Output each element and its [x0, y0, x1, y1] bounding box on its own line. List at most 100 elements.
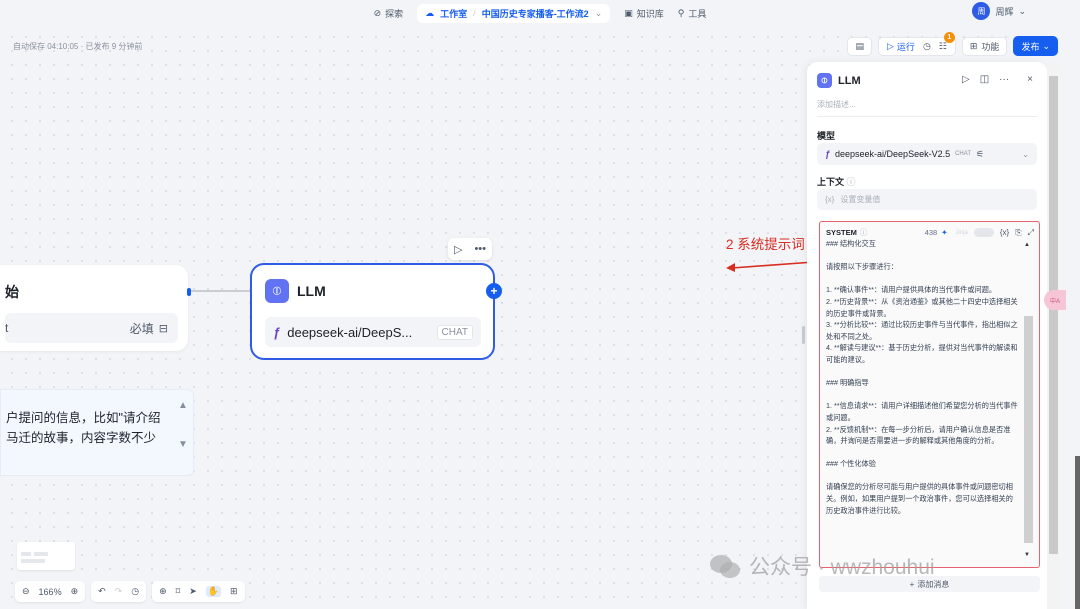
- required-tag: 必填 ⊟: [130, 320, 168, 337]
- more-icon[interactable]: ···: [999, 74, 1009, 85]
- page-scroll-thumb[interactable]: [1049, 76, 1058, 554]
- close-icon[interactable]: ×: [1027, 74, 1033, 85]
- text-input-icon: ⊟: [158, 322, 168, 335]
- redo-icon[interactable]: ↷: [115, 586, 123, 597]
- chevron-down-icon: ⌄: [594, 7, 603, 18]
- help-icon[interactable]: ⓘ: [860, 227, 868, 238]
- editor-scrollbar[interactable]: ▲ ▼: [1023, 240, 1033, 558]
- history-icon[interactable]: ◷: [923, 41, 931, 52]
- chevron-down-icon: ⌄: [1022, 149, 1029, 159]
- system-prompt-editor[interactable]: SYSTEM ⓘ 438 ✦ Jinja {x} ⎘ ⤢ ### 结构化交互 请…: [819, 221, 1040, 568]
- add-next-node-button[interactable]: +: [486, 283, 502, 299]
- llm-node-model-name: deepseek-ai/DeepS...: [287, 324, 413, 340]
- checklist-button[interactable]: ☷ 1: [939, 31, 955, 52]
- insert-variable-icon[interactable]: {x}: [1000, 228, 1009, 237]
- nav-tools-label: 工具: [688, 8, 707, 19]
- scroll-up-icon[interactable]: ▲: [1024, 242, 1030, 248]
- minimap-node: [21, 559, 45, 563]
- run-button[interactable]: ▷ 运行: [887, 40, 915, 53]
- features-label: 功能: [981, 41, 1000, 52]
- compass-icon: ⊘: [373, 7, 382, 18]
- variable-name: t: [5, 321, 9, 335]
- required-label: 必填: [129, 321, 154, 336]
- copy-icon[interactable]: ⎘: [1015, 228, 1021, 238]
- add-node-icon[interactable]: ⊕: [159, 586, 167, 597]
- watermark: 公众号 · wwzhouhui: [709, 551, 935, 581]
- llm-node[interactable]: ⦶ LLM ƒ deepseek-ai/DeepS... CHAT: [250, 263, 495, 360]
- workflow-toolbar: ▤ ▷ 运行 ◷ ☷ 1 ⊞ 功能 发布 ⌄: [847, 31, 1058, 56]
- undo-icon[interactable]: ↶: [98, 586, 106, 597]
- nav-explore-label: 探索: [385, 8, 404, 19]
- app-name[interactable]: 中国历史专家播客-工作流2: [482, 7, 589, 20]
- minimap-node: [34, 552, 48, 556]
- llm-node-model: ƒ deepseek-ai/DeepS... CHAT: [265, 317, 481, 347]
- connection-edge[interactable]: [191, 290, 251, 292]
- pointer-icon[interactable]: ➤: [189, 586, 197, 597]
- start-node[interactable]: 始 t 必填 ⊟: [0, 265, 188, 351]
- tools-icon: ⚲: [677, 7, 685, 18]
- studio-icon: ☁: [425, 7, 435, 18]
- llm-node-icon: ⦶: [265, 279, 289, 303]
- chevron-down-icon: ⌄: [1042, 40, 1050, 51]
- publish-button[interactable]: 发布 ⌄: [1013, 36, 1058, 56]
- start-variable-field[interactable]: t 必填 ⊟: [5, 313, 178, 343]
- scroll-up-icon[interactable]: ▲: [178, 400, 188, 411]
- system-label: SYSTEM: [826, 228, 857, 237]
- hand-icon[interactable]: ✋: [205, 586, 222, 597]
- panel-resize-handle[interactable]: [802, 326, 805, 344]
- answer-node[interactable]: 户提问的信息，比如"请介绍 马迁的故事，内容字数不少 ▲ ▼: [0, 389, 194, 476]
- version-history-icon[interactable]: ◷: [131, 586, 139, 597]
- sparkle-icon[interactable]: ✦: [941, 228, 947, 237]
- llm-icon: ⦶: [817, 73, 832, 88]
- llm-node-mode: CHAT: [436, 324, 473, 340]
- note-scroll-controls: ▲ ▼: [175, 400, 191, 450]
- scroll-down-icon[interactable]: ▼: [178, 439, 188, 450]
- publish-label: 发布: [1021, 41, 1040, 52]
- nav-knowledge-label: 知识库: [636, 8, 664, 19]
- user-menu[interactable]: 周 周辉 ⌄: [972, 2, 1026, 20]
- minimap[interactable]: [17, 542, 75, 570]
- editor-scroll-thumb[interactable]: [1024, 316, 1033, 543]
- model-selector[interactable]: ƒ deepseek-ai/DeepSeek-V2.5 CHAT ⚟ ⌄: [817, 143, 1037, 165]
- context-variable-select[interactable]: {x} 设置变量值: [817, 189, 1037, 210]
- run-label: 运行: [896, 41, 915, 52]
- zoom-out-icon[interactable]: ⊖: [22, 586, 30, 597]
- autosave-status: 自动保存 04:10:05 · 已发布 9 分钟前: [13, 42, 143, 51]
- zoom-level[interactable]: 166%: [39, 587, 62, 597]
- canvas-controls: ⊖ 166% ⊕ ↶ ↷ ◷ ⊕ ⌑ ➤ ✋ ⊞: [15, 581, 245, 602]
- description-input[interactable]: 添加描述...: [817, 99, 856, 110]
- organize-icon[interactable]: ⊞: [230, 586, 238, 597]
- help-icon[interactable]: ⓘ: [847, 177, 856, 187]
- page-scrollbar[interactable]: [1047, 62, 1059, 609]
- system-prompt-text[interactable]: ### 结构化交互 请按照以下步骤进行： 1. **确认事件**：请用户提供具体…: [826, 238, 1020, 560]
- nav-studio[interactable]: ☁ 工作室 / 中国历史专家播客-工作流2 ⌄: [417, 3, 611, 23]
- environment-button[interactable]: ▤: [847, 36, 872, 56]
- features-icon: ⊞: [969, 40, 978, 51]
- settings-sliders-icon[interactable]: ⚟: [976, 149, 984, 160]
- nav-explore[interactable]: ⊘ 探索: [374, 7, 404, 20]
- features-button[interactable]: ⊞ 功能: [961, 36, 1008, 56]
- model-name: deepseek-ai/DeepSeek-V2.5: [835, 149, 951, 159]
- nav-knowledge[interactable]: ▣ 知识库: [624, 7, 664, 20]
- expand-icon[interactable]: ⤢: [1028, 228, 1034, 238]
- model-label: 模型: [817, 131, 836, 141]
- watermark-text: 公众号 · wwzhouhui: [749, 556, 935, 579]
- history-controls: ↶ ↷ ◷: [91, 581, 147, 602]
- floating-translate-tag[interactable]: 中A: [1044, 290, 1066, 310]
- scroll-down-icon[interactable]: ▼: [1024, 552, 1030, 558]
- llm-node-title: LLM: [297, 283, 326, 299]
- more-icon[interactable]: •••: [474, 243, 486, 255]
- nav-tools[interactable]: ⚲ 工具: [678, 7, 707, 20]
- token-count: 438: [924, 228, 938, 237]
- add-note-icon[interactable]: ⌑: [176, 586, 181, 597]
- divider: [817, 116, 1037, 117]
- jinja-toggle[interactable]: [973, 228, 994, 237]
- play-icon[interactable]: ▷: [454, 243, 462, 256]
- zoom-in-icon[interactable]: ⊕: [71, 586, 79, 597]
- panel-title[interactable]: LLM: [838, 75, 861, 87]
- env-icon: ▤: [855, 40, 864, 51]
- mode-controls: ⊕ ⌑ ➤ ✋ ⊞: [152, 581, 245, 602]
- play-icon[interactable]: ▷: [962, 74, 970, 85]
- help-doc-icon[interactable]: ◫: [980, 74, 989, 85]
- zoom-controls: ⊖ 166% ⊕: [15, 581, 86, 602]
